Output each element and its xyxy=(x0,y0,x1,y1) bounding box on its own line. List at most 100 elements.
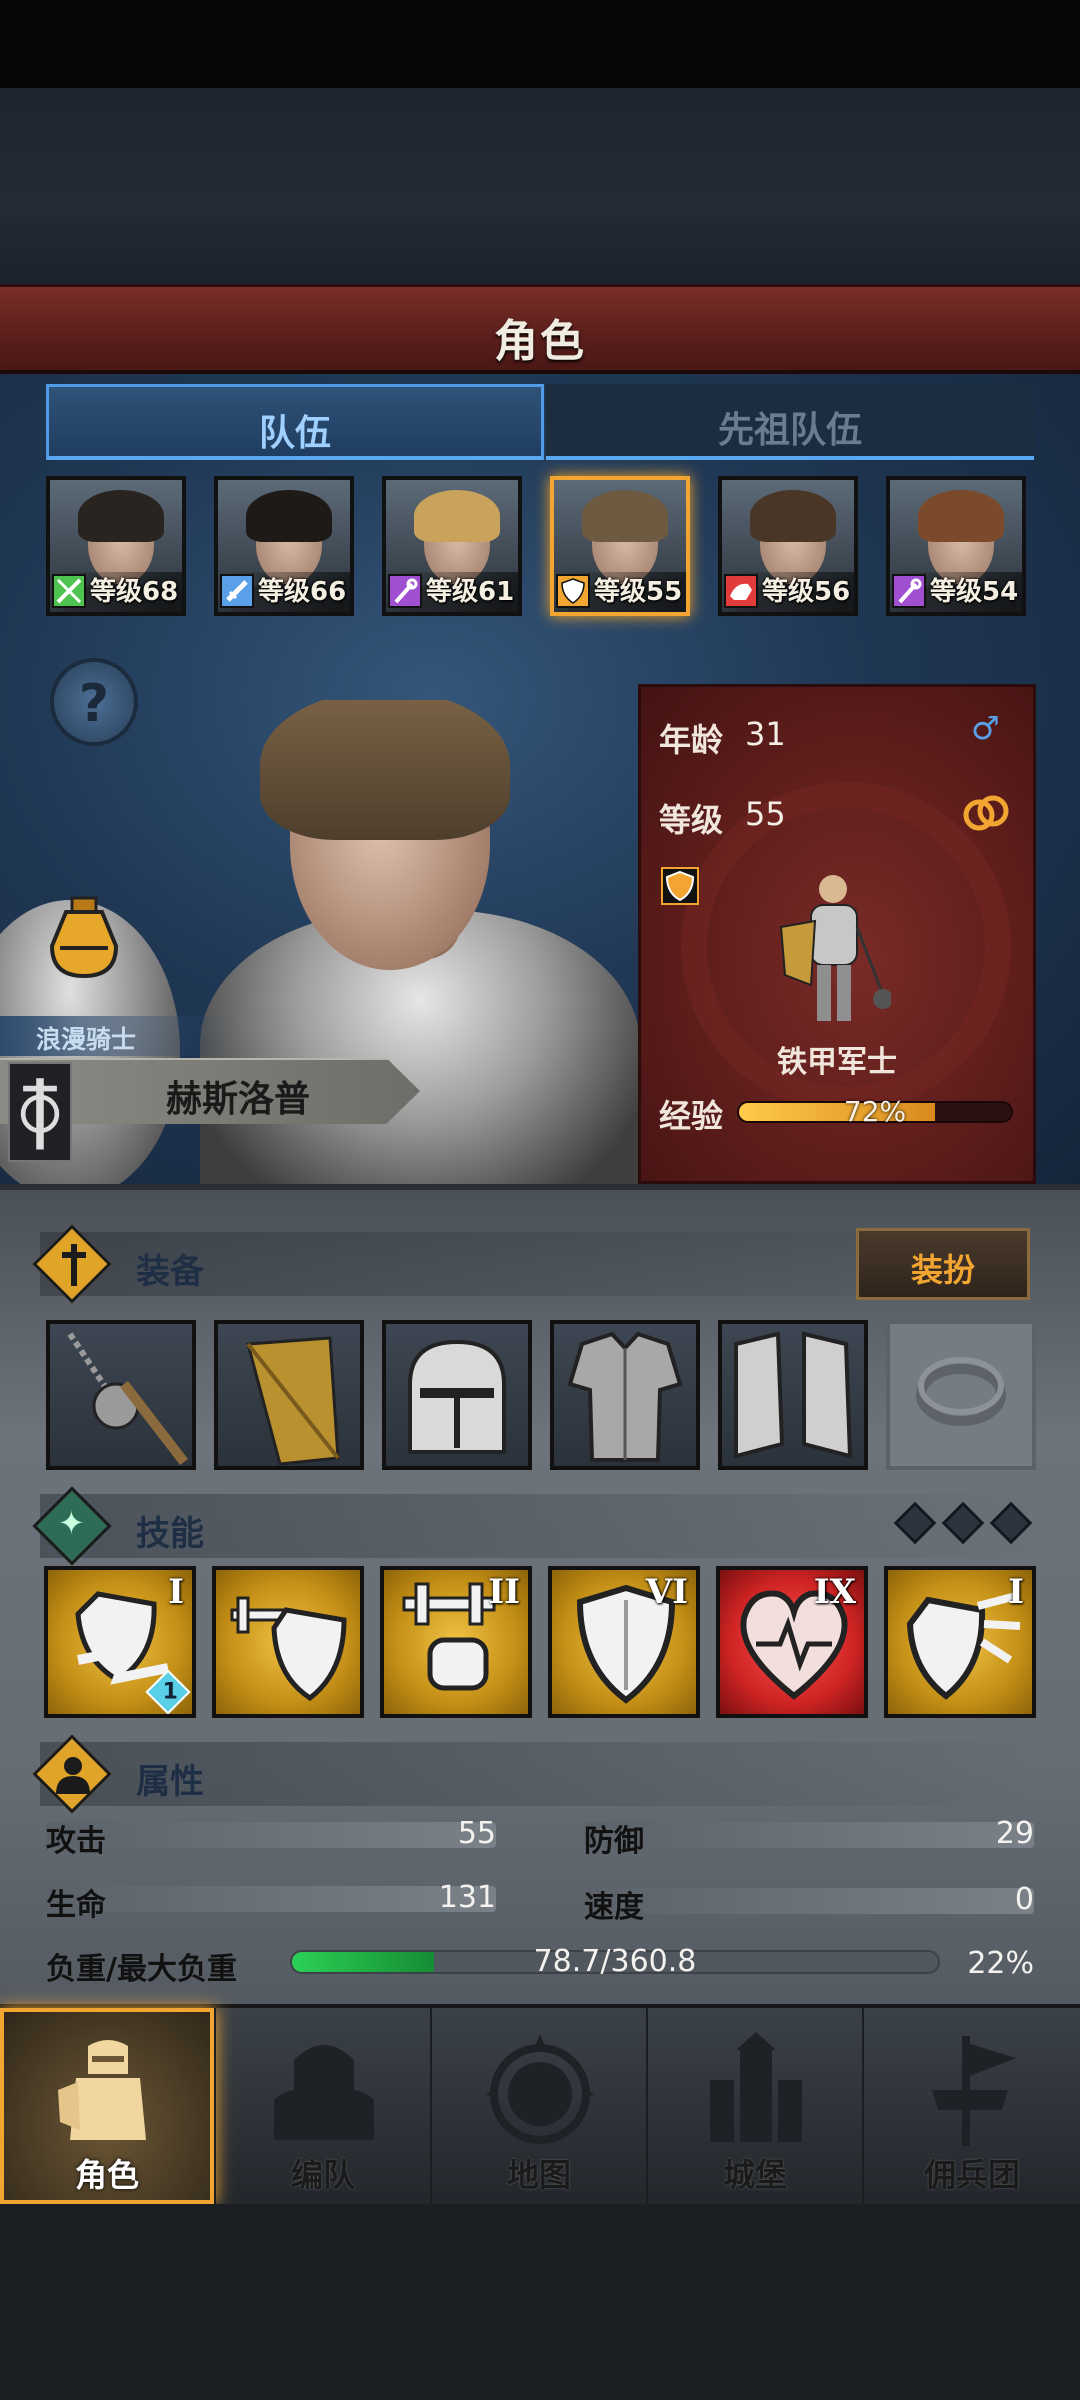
nav-castle-label: 城堡 xyxy=(722,2156,787,2194)
bottom-spacer xyxy=(0,2204,1080,2400)
roster-portrait[interactable]: 等级56 xyxy=(718,476,858,616)
equip-slot-helmet[interactable] xyxy=(382,1320,532,1470)
age-value: 31 xyxy=(745,715,786,753)
role-bow-sword-icon xyxy=(52,574,86,608)
dress-button-label: 装扮 xyxy=(910,1251,975,1289)
nav-map-label: 地图 xyxy=(506,2156,571,2194)
age-label: 年龄 xyxy=(659,721,724,759)
defense-value: 29 xyxy=(995,1816,1034,1851)
equip-slot-armor[interactable] xyxy=(550,1320,700,1470)
castle-icon xyxy=(710,2032,802,2142)
level-value: 55 xyxy=(745,795,786,833)
equip-slot-ring[interactable] xyxy=(886,1320,1036,1470)
life-value: 131 xyxy=(438,1880,496,1915)
skill-slot[interactable]: I xyxy=(884,1566,1036,1718)
nav-map[interactable]: 地图 xyxy=(432,2008,648,2204)
roster-portrait[interactable]: 等级68 xyxy=(46,476,186,616)
load-value: 78.7/360.8 xyxy=(533,1944,697,1979)
skill-rank: I xyxy=(168,1572,184,1612)
role-sword-icon xyxy=(220,574,254,608)
title-banner: 角色 xyxy=(0,284,1080,374)
exp-label: 经验 xyxy=(659,1097,724,1135)
speed-value: 0 xyxy=(1014,1882,1034,1917)
male-icon: ♂ xyxy=(971,709,1000,747)
roster-portrait[interactable]: 等级54 xyxy=(886,476,1026,616)
skills-header: ✦ 技能 xyxy=(32,1486,1040,1566)
hero-hair xyxy=(260,700,510,840)
roster-level: 等级66 xyxy=(258,577,347,607)
boots-icon xyxy=(734,1331,853,1459)
roster-portrait[interactable]: 等级55 xyxy=(550,476,690,616)
ring-icon xyxy=(916,1357,1006,1426)
roster-level: 等级56 xyxy=(762,577,851,607)
portrait-hair xyxy=(918,490,1004,542)
class-name: 浪漫骑士 xyxy=(36,1025,137,1054)
status-bar xyxy=(0,0,1080,88)
attributes-title: 属性 xyxy=(136,1762,204,1802)
life-label: 生命 xyxy=(46,1888,106,1923)
attack-value: 55 xyxy=(457,1816,496,1851)
crest-icon xyxy=(8,1062,72,1162)
tab-team-label: 队伍 xyxy=(258,413,331,454)
cross-icon xyxy=(62,1244,86,1286)
nav-mercenary-label: 佣兵团 xyxy=(923,2156,1020,2194)
equip-slot-shield[interactable] xyxy=(214,1320,364,1470)
skill-slot[interactable]: IX xyxy=(716,1566,868,1718)
role-staff-icon xyxy=(892,574,926,608)
star-icon: ✦ xyxy=(58,1504,85,1542)
nav-formation[interactable]: 编队 xyxy=(216,2008,432,2204)
person-icon xyxy=(56,1757,90,1794)
skill-slot[interactable] xyxy=(212,1566,364,1718)
skill-shield-dumbbell-icon xyxy=(230,1596,347,1702)
roster-portrait[interactable]: 等级66 xyxy=(214,476,354,616)
nav-castle[interactable]: 城堡 xyxy=(648,2008,864,2204)
portrait-hair xyxy=(582,490,668,542)
knight-icon xyxy=(58,2040,146,2140)
equip-slot-weapon[interactable] xyxy=(46,1320,196,1470)
roster-level: 等级54 xyxy=(930,577,1019,607)
portrait-hair xyxy=(78,490,164,542)
shield-class-icon xyxy=(661,867,699,905)
attributes-header: 属性 xyxy=(32,1734,1040,1814)
tab-ancestor-team[interactable]: 先祖队伍 xyxy=(546,384,1034,460)
nav-mercenary[interactable]: 佣兵团 xyxy=(864,2008,1080,2204)
portrait-hair xyxy=(750,490,836,542)
skill-slot[interactable]: I1 xyxy=(44,1566,196,1718)
skill-rank: II xyxy=(488,1572,520,1612)
dress-button[interactable]: 装扮 xyxy=(856,1228,1030,1300)
skill-slot[interactable]: II xyxy=(380,1566,532,1718)
potion-icon[interactable] xyxy=(46,896,122,980)
roster-level: 等级68 xyxy=(90,577,179,607)
skill-rank: VI xyxy=(645,1572,688,1612)
banner-icon xyxy=(932,2036,1016,2146)
roster-portrait[interactable]: 等级61 xyxy=(382,476,522,616)
flail-icon xyxy=(67,1332,188,1466)
nav-formation-label: 编队 xyxy=(290,2156,355,2194)
class-tag: 浪漫骑士 xyxy=(0,1016,240,1056)
equip-slot-boots[interactable] xyxy=(718,1320,868,1470)
skill-rank: IX xyxy=(813,1572,856,1612)
attack-label: 攻击 xyxy=(46,1824,106,1859)
hero-name: 赫斯洛普 xyxy=(166,1079,311,1120)
roster-level: 等级55 xyxy=(594,577,683,607)
tab-team[interactable]: 队伍 xyxy=(46,384,544,460)
unit-name: 铁甲军士 xyxy=(777,1045,897,1080)
role-bear-icon xyxy=(724,574,758,608)
portrait-hair xyxy=(414,490,500,542)
speed-label: 速度 xyxy=(584,1890,644,1925)
skill-slot[interactable]: VI xyxy=(548,1566,700,1718)
nav-character-label: 角色 xyxy=(74,2156,139,2194)
load-label: 负重/最大负重 xyxy=(46,1952,237,1987)
skill-rank: I xyxy=(1008,1572,1024,1612)
level-label: 等级 xyxy=(659,801,724,839)
exp-percent: 72% xyxy=(843,1095,907,1128)
roster-level: 等级61 xyxy=(426,577,515,607)
skill-badge-count: 1 xyxy=(162,1679,178,1705)
stats-card: 年龄 31 ♂ 等级 55 铁甲军士 经验 72% xyxy=(638,684,1036,1184)
equipment-title: 装备 xyxy=(136,1252,204,1292)
role-shield-icon xyxy=(556,574,590,608)
top-backdrop xyxy=(0,88,1080,284)
nav-character[interactable]: 角色 xyxy=(0,2008,216,2204)
rings-icon xyxy=(963,795,1009,831)
armor-icon xyxy=(567,1331,683,1462)
